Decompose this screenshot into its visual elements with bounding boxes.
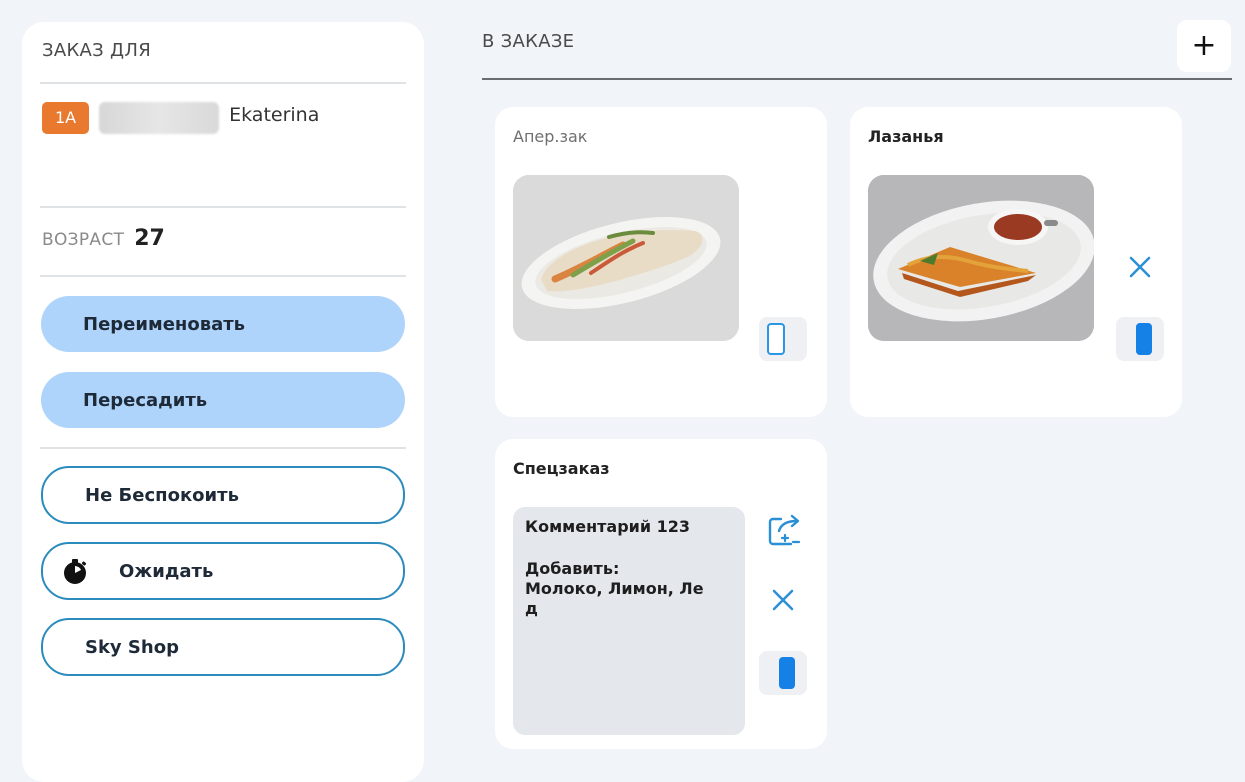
sky-shop-button[interactable]: Sky Shop (41, 618, 405, 676)
redacted-name (99, 102, 220, 134)
do-not-disturb-label: Не Беспокоить (85, 484, 239, 506)
sky-shop-label: Sky Shop (85, 636, 179, 658)
wrap-dish-illustration (513, 175, 739, 341)
in-order-title: В ЗАКАЗЕ (482, 31, 575, 52)
comment-box: Комментарий 123 Добавить: Молоко, Лимон,… (513, 507, 745, 735)
divider (40, 447, 406, 449)
serve-toggle[interactable] (759, 651, 807, 695)
reseat-button-label: Пересадить (83, 389, 208, 411)
order-for-panel: ЗАКАЗ ДЛЯ 1A Ekaterina ВОЗРАСТ 27 Переим… (22, 22, 424, 782)
do-not-disturb-button[interactable]: Не Беспокоить (41, 466, 405, 524)
order-item-card[interactable]: Лазанья (850, 107, 1182, 417)
age-row: ВОЗРАСТ 27 (42, 226, 165, 251)
stopwatch-icon (64, 559, 87, 584)
plus-icon: + (1191, 28, 1217, 63)
passenger-row: 1A Ekaterina (42, 101, 319, 135)
wrap-dish-photo (513, 175, 739, 341)
divider (40, 82, 406, 84)
wait-button-label: Ожидать (119, 560, 214, 582)
order-item-card[interactable]: Спецзаказ Комментарий 123 Добавить: Моло… (495, 439, 827, 749)
order-item-title: Апер.зак (513, 127, 588, 146)
divider (40, 206, 406, 208)
passenger-name: Ekaterina (229, 104, 320, 126)
toggle-knob (767, 323, 785, 355)
serve-toggle[interactable] (759, 317, 807, 361)
order-item-title: Лазанья (868, 127, 944, 146)
rename-button-label: Переименовать (83, 313, 246, 335)
serve-toggle[interactable] (1116, 317, 1164, 361)
toggle-knob (1136, 323, 1152, 355)
order-for-title: ЗАКАЗ ДЛЯ (42, 40, 152, 61)
remove-icon[interactable] (769, 586, 797, 614)
reseat-button[interactable]: Пересадить (41, 372, 405, 428)
add-items: Молоко, Лимон, Ле (525, 579, 704, 598)
age-label: ВОЗРАСТ (42, 230, 125, 250)
lasagna-dish-illustration (868, 175, 1094, 341)
divider (40, 275, 406, 277)
transfer-icon[interactable] (765, 511, 803, 549)
rename-button[interactable]: Переименовать (41, 296, 405, 352)
toggle-knob (779, 657, 795, 689)
comment-text: Комментарий 123 (525, 517, 691, 536)
age-value: 27 (134, 226, 165, 251)
order-item-title: Спецзаказ (513, 459, 610, 478)
wait-button[interactable]: Ожидать (41, 542, 405, 600)
add-item-button[interactable]: + (1177, 20, 1231, 72)
seat-badge: 1A (42, 102, 90, 134)
divider (482, 78, 1232, 80)
add-label: Добавить: (525, 559, 620, 578)
remove-icon[interactable] (1126, 253, 1154, 281)
add-items: д (525, 599, 538, 618)
order-item-card[interactable]: Апер.зак (495, 107, 827, 417)
lasagna-dish-photo (868, 175, 1094, 341)
